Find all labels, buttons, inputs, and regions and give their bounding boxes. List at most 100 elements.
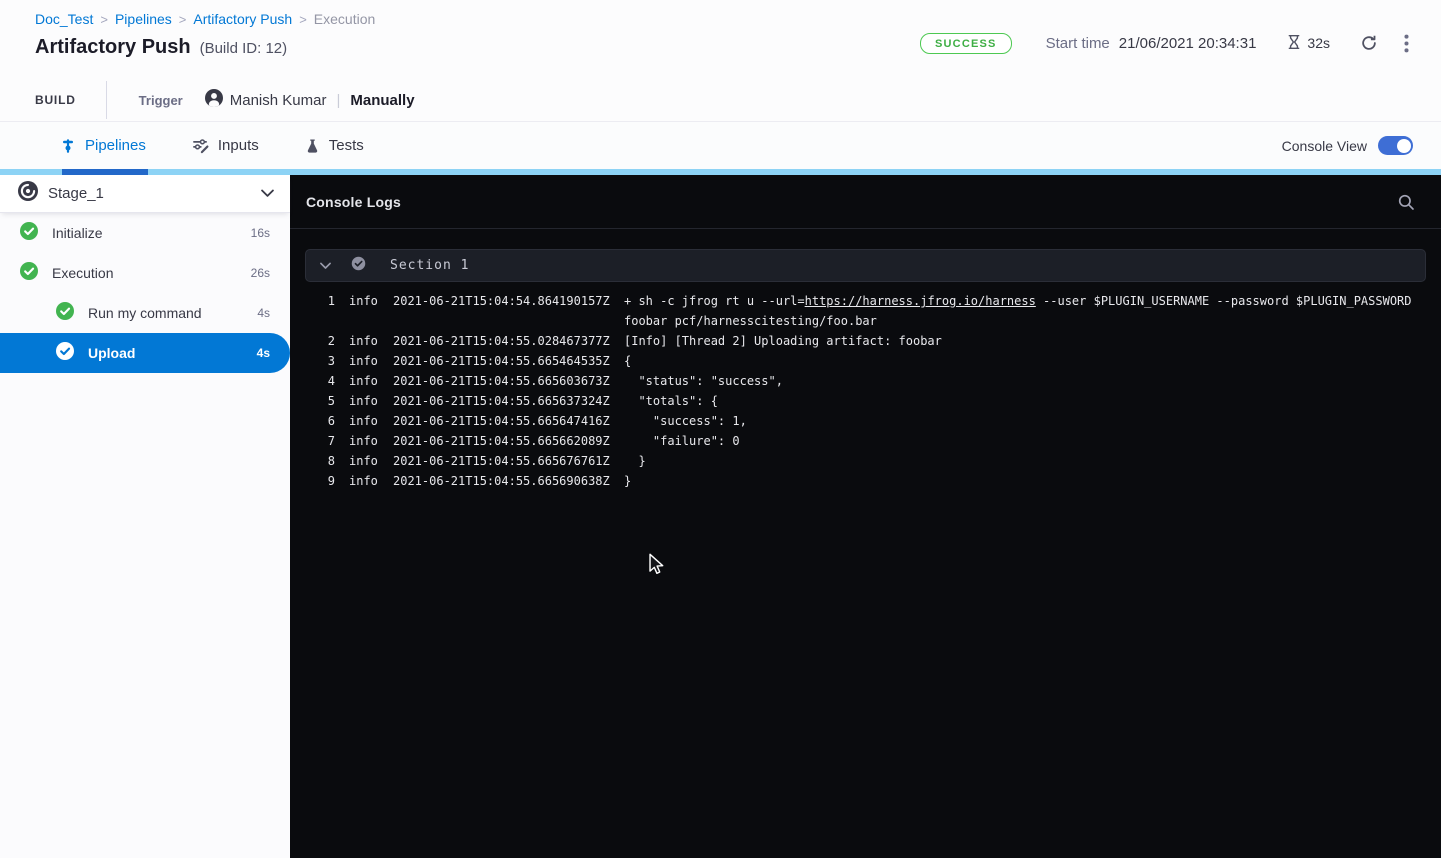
breadcrumb-link-pipeline[interactable]: Artifactory Push	[193, 11, 292, 27]
log-line-number: 3	[315, 351, 335, 371]
log-message: }	[624, 471, 1421, 491]
log-level: info	[349, 471, 379, 491]
console-panel: Console Logs Section 1 1 info 2021-06-21…	[290, 175, 1441, 858]
start-time-label: Start time	[1046, 35, 1110, 52]
log-line: 1 info 2021-06-21T15:04:54.864190157Z + …	[315, 291, 1421, 331]
step-duration: 4s	[257, 346, 270, 360]
log-line-number: 1	[315, 291, 335, 331]
flask-icon	[305, 138, 320, 154]
execution-header: Doc_Test > Pipelines > Artifactory Push …	[0, 0, 1441, 122]
tab-inputs[interactable]: Inputs	[192, 122, 259, 169]
sidebar-step[interactable]: Upload 4s	[0, 333, 290, 373]
sidebar-step[interactable]: Run my command 4s	[0, 293, 290, 333]
stage-sidebar: Stage_1 Initialize 16s Execution 26s Run…	[0, 175, 290, 858]
breadcrumb-current: Execution	[314, 11, 375, 27]
log-url-link[interactable]: https://harness.jfrog.io/harness	[805, 294, 1036, 308]
breadcrumb-separator: >	[100, 12, 108, 27]
step-duration: 4s	[257, 306, 270, 320]
log-message: "success": 1,	[624, 411, 1421, 431]
log-timestamp: 2021-06-21T15:04:55.665676761Z	[393, 451, 610, 471]
check-circle-icon	[20, 262, 38, 285]
log-level: info	[349, 291, 379, 331]
log-section-header[interactable]: Section 1	[305, 249, 1426, 282]
page-title: Artifactory Push	[35, 36, 191, 59]
step-list: Initialize 16s Execution 26s Run my comm…	[0, 213, 290, 373]
log-level: info	[349, 431, 379, 451]
stage-name: Stage_1	[48, 185, 104, 202]
console-view-toggle[interactable]	[1378, 136, 1413, 155]
log-message: {	[624, 351, 1421, 371]
log-timestamp: 2021-06-21T15:04:54.864190157Z	[393, 291, 610, 331]
log-level: info	[349, 331, 379, 351]
log-line-number: 5	[315, 391, 335, 411]
breadcrumb: Doc_Test > Pipelines > Artifactory Push …	[35, 10, 1411, 28]
log-line-number: 2	[315, 331, 335, 351]
stage-selector[interactable]: Stage_1	[0, 175, 290, 213]
build-id-label: (Build ID: 12)	[200, 40, 288, 57]
section-label: Section 1	[390, 258, 469, 273]
step-label: Run my command	[88, 305, 202, 321]
log-level: info	[349, 391, 379, 411]
log-timestamp: 2021-06-21T15:04:55.665464535Z	[393, 351, 610, 371]
pipe-separator: |	[336, 92, 340, 109]
start-time-value: 21/06/2021 20:34:31	[1119, 35, 1257, 52]
sidebar-step[interactable]: Execution 26s	[0, 253, 290, 293]
console-view-label: Console View	[1282, 138, 1367, 154]
check-circle-icon	[56, 342, 74, 365]
log-message: "totals": {	[624, 391, 1421, 411]
log-timestamp: 2021-06-21T15:04:55.665662089Z	[393, 431, 610, 451]
step-label: Execution	[52, 265, 113, 281]
log-message: [Info] [Thread 2] Uploading artifact: fo…	[624, 331, 1421, 351]
log-lines: 1 info 2021-06-21T15:04:54.864190157Z + …	[290, 282, 1441, 491]
kebab-icon	[1404, 34, 1409, 53]
log-message: + sh -c jfrog rt u --url=https://harness…	[624, 291, 1421, 331]
user-avatar-icon	[205, 89, 223, 111]
log-timestamp: 2021-06-21T15:04:55.665690638Z	[393, 471, 610, 491]
tab-pipelines[interactable]: Pipelines	[60, 122, 146, 169]
chevron-down-icon	[261, 185, 274, 203]
vertical-divider	[106, 81, 107, 119]
log-line-number: 9	[315, 471, 335, 491]
duration-value: 32s	[1307, 35, 1330, 51]
check-circle-icon	[20, 222, 38, 245]
step-label: Initialize	[52, 225, 103, 241]
log-timestamp: 2021-06-21T15:04:55.028467377Z	[393, 331, 610, 351]
console-logs-title: Console Logs	[306, 194, 401, 210]
search-logs-button[interactable]	[1393, 189, 1419, 215]
tab-label: Tests	[329, 137, 364, 154]
inputs-icon	[192, 137, 209, 154]
stage-icon	[18, 181, 38, 206]
log-message: "status": "success",	[624, 371, 1421, 391]
trigger-user-name: Manish Kumar	[230, 92, 327, 109]
log-line: 5 info 2021-06-21T15:04:55.665637324Z "t…	[315, 391, 1421, 411]
log-line-number: 8	[315, 451, 335, 471]
tab-bar: Pipelines Inputs Tests Console View	[0, 122, 1441, 169]
tab-tests[interactable]: Tests	[305, 122, 364, 169]
tab-label: Pipelines	[85, 137, 146, 154]
breadcrumb-link-project[interactable]: Doc_Test	[35, 11, 93, 27]
log-line: 4 info 2021-06-21T15:04:55.665603673Z "s…	[315, 371, 1421, 391]
log-line: 8 info 2021-06-21T15:04:55.665676761Z }	[315, 451, 1421, 471]
breadcrumb-link-pipelines[interactable]: Pipelines	[115, 11, 172, 27]
app-window: Doc_Test > Pipelines > Artifactory Push …	[0, 0, 1441, 858]
breadcrumb-separator: >	[179, 12, 187, 27]
more-options-button[interactable]	[1400, 30, 1413, 57]
log-line: 3 info 2021-06-21T15:04:55.665464535Z {	[315, 351, 1421, 371]
refresh-icon	[1360, 34, 1378, 52]
breadcrumb-separator: >	[299, 12, 307, 27]
log-line: 7 info 2021-06-21T15:04:55.665662089Z "f…	[315, 431, 1421, 451]
search-icon	[1397, 193, 1415, 211]
trigger-type: Manually	[350, 92, 414, 109]
check-circle-icon	[351, 256, 366, 276]
log-line-number: 7	[315, 431, 335, 451]
pipeline-icon	[60, 138, 76, 154]
tab-label: Inputs	[218, 137, 259, 154]
refresh-button[interactable]	[1356, 30, 1382, 56]
sidebar-step[interactable]: Initialize 16s	[0, 213, 290, 253]
log-message-wrap: foobar pcf/harnesscitesting/foo.bar	[624, 311, 1421, 331]
chevron-down-icon	[320, 257, 331, 275]
log-line: 9 info 2021-06-21T15:04:55.665690638Z }	[315, 471, 1421, 491]
log-line-number: 4	[315, 371, 335, 391]
log-message: "failure": 0	[624, 431, 1421, 451]
log-level: info	[349, 411, 379, 431]
